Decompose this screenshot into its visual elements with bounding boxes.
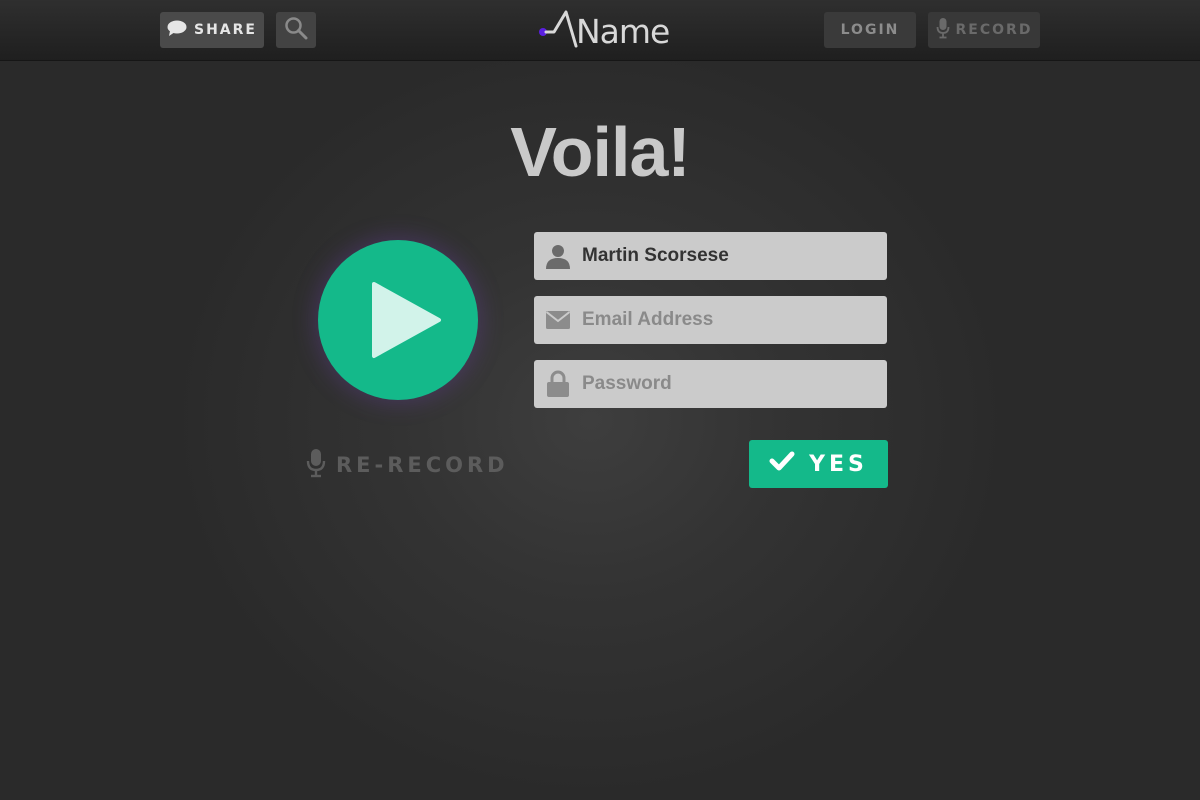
speech-bubble-icon xyxy=(167,20,194,41)
record-label: RECORD xyxy=(955,22,1033,38)
checkmark-icon xyxy=(769,451,809,477)
email-field xyxy=(534,296,887,344)
microphone-icon xyxy=(936,17,956,43)
lock-icon xyxy=(534,360,582,408)
search-icon xyxy=(284,16,308,44)
share-label: SHARE xyxy=(194,22,257,38)
login-label: LOGIN xyxy=(840,22,900,38)
name-input[interactable] xyxy=(582,245,872,267)
play-button[interactable] xyxy=(318,240,478,400)
user-icon xyxy=(534,232,582,280)
login-button[interactable]: LOGIN xyxy=(824,12,916,48)
password-field xyxy=(534,360,887,408)
re-record-button[interactable]: RE-RECORD xyxy=(306,448,509,482)
record-button[interactable]: RECORD xyxy=(928,12,1040,48)
play-icon xyxy=(372,282,441,358)
search-button[interactable] xyxy=(276,12,316,48)
top-bar: SHARE Name LOGIN RECORD xyxy=(0,0,1200,61)
yes-label: YES xyxy=(809,451,868,477)
yes-button[interactable]: YES xyxy=(749,440,888,488)
name-field xyxy=(534,232,887,280)
re-record-label: RE-RECORD xyxy=(336,453,509,477)
microphone-icon xyxy=(306,448,336,483)
share-button[interactable]: SHARE xyxy=(160,12,264,48)
password-input[interactable] xyxy=(582,373,872,395)
envelope-icon xyxy=(534,296,582,344)
logo[interactable]: Name xyxy=(536,8,670,52)
logo-text: Name xyxy=(576,12,670,51)
page-title: Voila! xyxy=(510,113,690,191)
email-input[interactable] xyxy=(582,309,872,331)
